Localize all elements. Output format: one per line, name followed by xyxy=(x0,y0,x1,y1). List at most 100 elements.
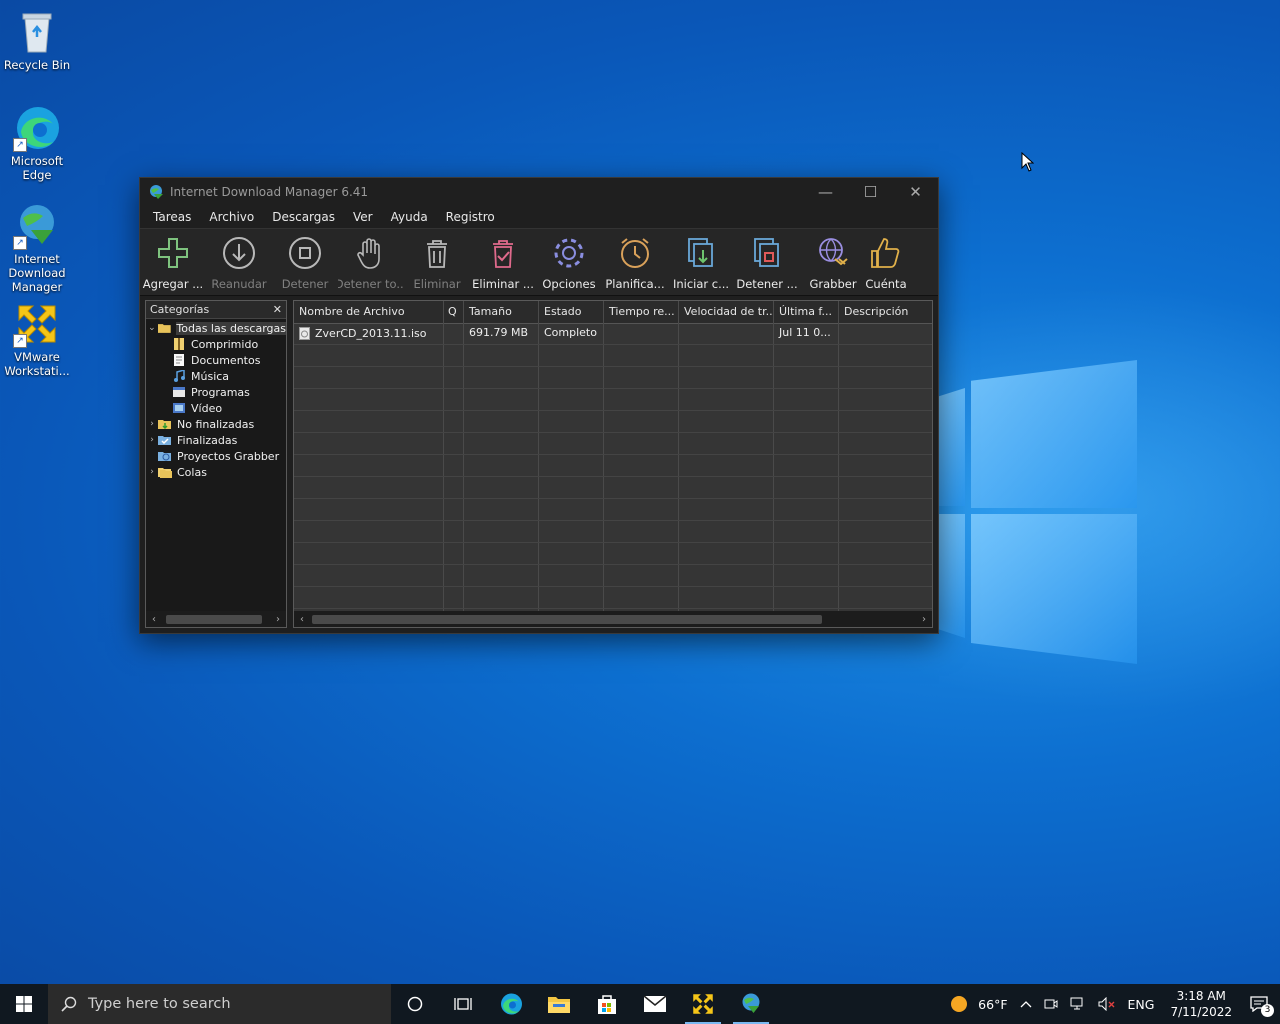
idm-globe-icon xyxy=(742,993,760,1013)
menu-tareas[interactable]: Tareas xyxy=(144,210,200,224)
table-row[interactable]: ZverCD_2013.11.iso 691.79 MB Completo Ju… xyxy=(294,323,932,345)
desktop-icon-idm[interactable]: ↗ Internet Download Manager xyxy=(0,202,74,294)
taskbar-search-box[interactable]: Type here to search xyxy=(48,984,391,1024)
notifications-button[interactable]: 3 xyxy=(1242,996,1280,1017)
windows-start-icon xyxy=(16,996,32,1012)
column-queue[interactable]: Q xyxy=(444,301,464,323)
stop-all-button[interactable]: Detener to... xyxy=(338,229,404,295)
scroll-right-icon[interactable]: › xyxy=(916,614,932,625)
empty-row xyxy=(294,367,932,389)
category-queues[interactable]: › Colas xyxy=(146,464,286,480)
category-music[interactable]: Música xyxy=(146,368,286,384)
scroll-thumb[interactable] xyxy=(312,614,822,624)
vmware-icon: ↗ xyxy=(13,300,61,348)
thumbs-up-icon xyxy=(871,238,900,268)
music-icon xyxy=(174,370,185,382)
chevron-right-icon[interactable]: › xyxy=(146,419,158,429)
empty-row xyxy=(294,477,932,499)
taskbar-vmware[interactable] xyxy=(679,984,727,1024)
downloads-list: Nombre de Archivo Q Tamaño Estado Tiempo… xyxy=(293,300,933,628)
desktop-icon-edge[interactable]: ↗ Microsoft Edge xyxy=(0,104,74,182)
taskbar-mail[interactable] xyxy=(631,984,679,1024)
category-finished[interactable]: › Finalizadas xyxy=(146,432,286,448)
close-button[interactable]: ✕ xyxy=(893,178,938,206)
scheduler-button[interactable]: Planifica... xyxy=(602,229,668,295)
rate-button[interactable]: Cuénta xyxy=(866,229,906,295)
language-indicator[interactable]: ENG xyxy=(1122,997,1161,1012)
delete-icon xyxy=(427,240,447,268)
file-name: ZverCD_2013.11.iso xyxy=(315,326,427,340)
category-all-downloads[interactable]: ⌄ Todas las descargas xyxy=(146,320,286,336)
add-icon xyxy=(158,238,188,268)
chevron-right-icon[interactable]: › xyxy=(146,467,158,477)
start-queue-button[interactable]: Iniciar c... xyxy=(668,229,734,295)
minimize-button[interactable]: — xyxy=(803,178,848,206)
menu-descargas[interactable]: Descargas xyxy=(263,210,344,224)
scroll-right-icon[interactable]: › xyxy=(270,614,286,625)
start-button[interactable] xyxy=(0,984,48,1024)
category-label: Colas xyxy=(177,465,207,479)
categories-close-button[interactable]: ✕ xyxy=(273,303,282,316)
category-unfinished[interactable]: › No finalizadas xyxy=(146,416,286,432)
network-button[interactable] xyxy=(1064,997,1092,1011)
cortana-button[interactable] xyxy=(391,984,439,1024)
maximize-button[interactable]: ☐ xyxy=(848,178,893,206)
meet-now-button[interactable] xyxy=(1038,997,1064,1011)
delete-button[interactable]: Eliminar xyxy=(404,229,470,295)
scroll-track[interactable] xyxy=(162,614,270,624)
toolbar-label: Opciones xyxy=(542,277,596,291)
taskbar-edge[interactable] xyxy=(487,984,535,1024)
stop-button[interactable]: Detener xyxy=(272,229,338,295)
column-size[interactable]: Tamaño xyxy=(464,301,539,323)
category-video[interactable]: Vídeo xyxy=(146,400,286,416)
description-cell xyxy=(839,323,930,344)
grabber-button[interactable]: Grabber xyxy=(800,229,866,295)
column-file-name[interactable]: Nombre de Archivo xyxy=(294,301,444,323)
column-transfer-rate[interactable]: Velocidad de tr... xyxy=(679,301,774,323)
column-time-left[interactable]: Tiempo re... xyxy=(604,301,679,323)
categories-scrollbar[interactable]: ‹ › xyxy=(146,611,286,627)
empty-row xyxy=(294,521,932,543)
taskbar-idm[interactable] xyxy=(727,984,775,1024)
list-scrollbar[interactable]: ‹ › xyxy=(294,611,932,627)
category-programs[interactable]: Programas xyxy=(146,384,286,400)
add-url-button[interactable]: Agregar ... xyxy=(140,229,206,295)
stop-queue-button[interactable]: Detener ... xyxy=(734,229,800,295)
chevron-down-icon[interactable]: ⌄ xyxy=(146,323,158,333)
toolbar-label: Grabber xyxy=(809,277,857,291)
options-button[interactable]: Opciones xyxy=(536,229,602,295)
delete-completed-button[interactable]: Eliminar ... xyxy=(470,229,536,295)
column-last-try[interactable]: Última f... xyxy=(774,301,839,323)
content-area: Categorías ✕ ⌄ Todas las descargas Compr… xyxy=(145,300,933,628)
category-grabber-projects[interactable]: Proyectos Grabber xyxy=(146,448,286,464)
volume-button[interactable] xyxy=(1092,997,1122,1011)
category-documents[interactable]: Documentos xyxy=(146,352,286,368)
search-icon xyxy=(61,996,77,1012)
scroll-left-icon[interactable]: ‹ xyxy=(146,614,162,625)
chevron-right-icon[interactable]: › xyxy=(146,435,158,445)
menu-ayuda[interactable]: Ayuda xyxy=(382,210,437,224)
column-status[interactable]: Estado xyxy=(539,301,604,323)
menu-ver[interactable]: Ver xyxy=(344,210,382,224)
empty-row xyxy=(294,345,932,367)
taskbar-file-explorer[interactable] xyxy=(535,984,583,1024)
scroll-track[interactable] xyxy=(310,614,916,624)
task-view-button[interactable] xyxy=(439,984,487,1024)
weather-widget[interactable]: 66°F xyxy=(944,995,1013,1013)
scroll-thumb[interactable] xyxy=(166,614,262,624)
show-hidden-icons-button[interactable] xyxy=(1014,1000,1038,1008)
desktop-icon-vmware[interactable]: ↗ VMware Workstati... xyxy=(0,300,74,378)
resume-button[interactable]: Reanudar xyxy=(206,229,272,295)
desktop-icon-recycle-bin[interactable]: Recycle Bin xyxy=(0,8,74,72)
column-description[interactable]: Descripción xyxy=(839,301,930,323)
scroll-left-icon[interactable]: ‹ xyxy=(294,614,310,625)
taskbar-store[interactable] xyxy=(583,984,631,1024)
title-bar[interactable]: Internet Download Manager 6.41 — ☐ ✕ xyxy=(140,178,938,206)
menu-archivo[interactable]: Archivo xyxy=(200,210,263,224)
options-gear-icon xyxy=(554,238,584,268)
menu-registro[interactable]: Registro xyxy=(437,210,504,224)
toolbar-label: Detener to... xyxy=(338,277,404,291)
finished-folder-icon xyxy=(158,436,171,445)
clock[interactable]: 3:18 AM 7/11/2022 xyxy=(1160,988,1242,1020)
category-compressed[interactable]: Comprimido xyxy=(146,336,286,352)
